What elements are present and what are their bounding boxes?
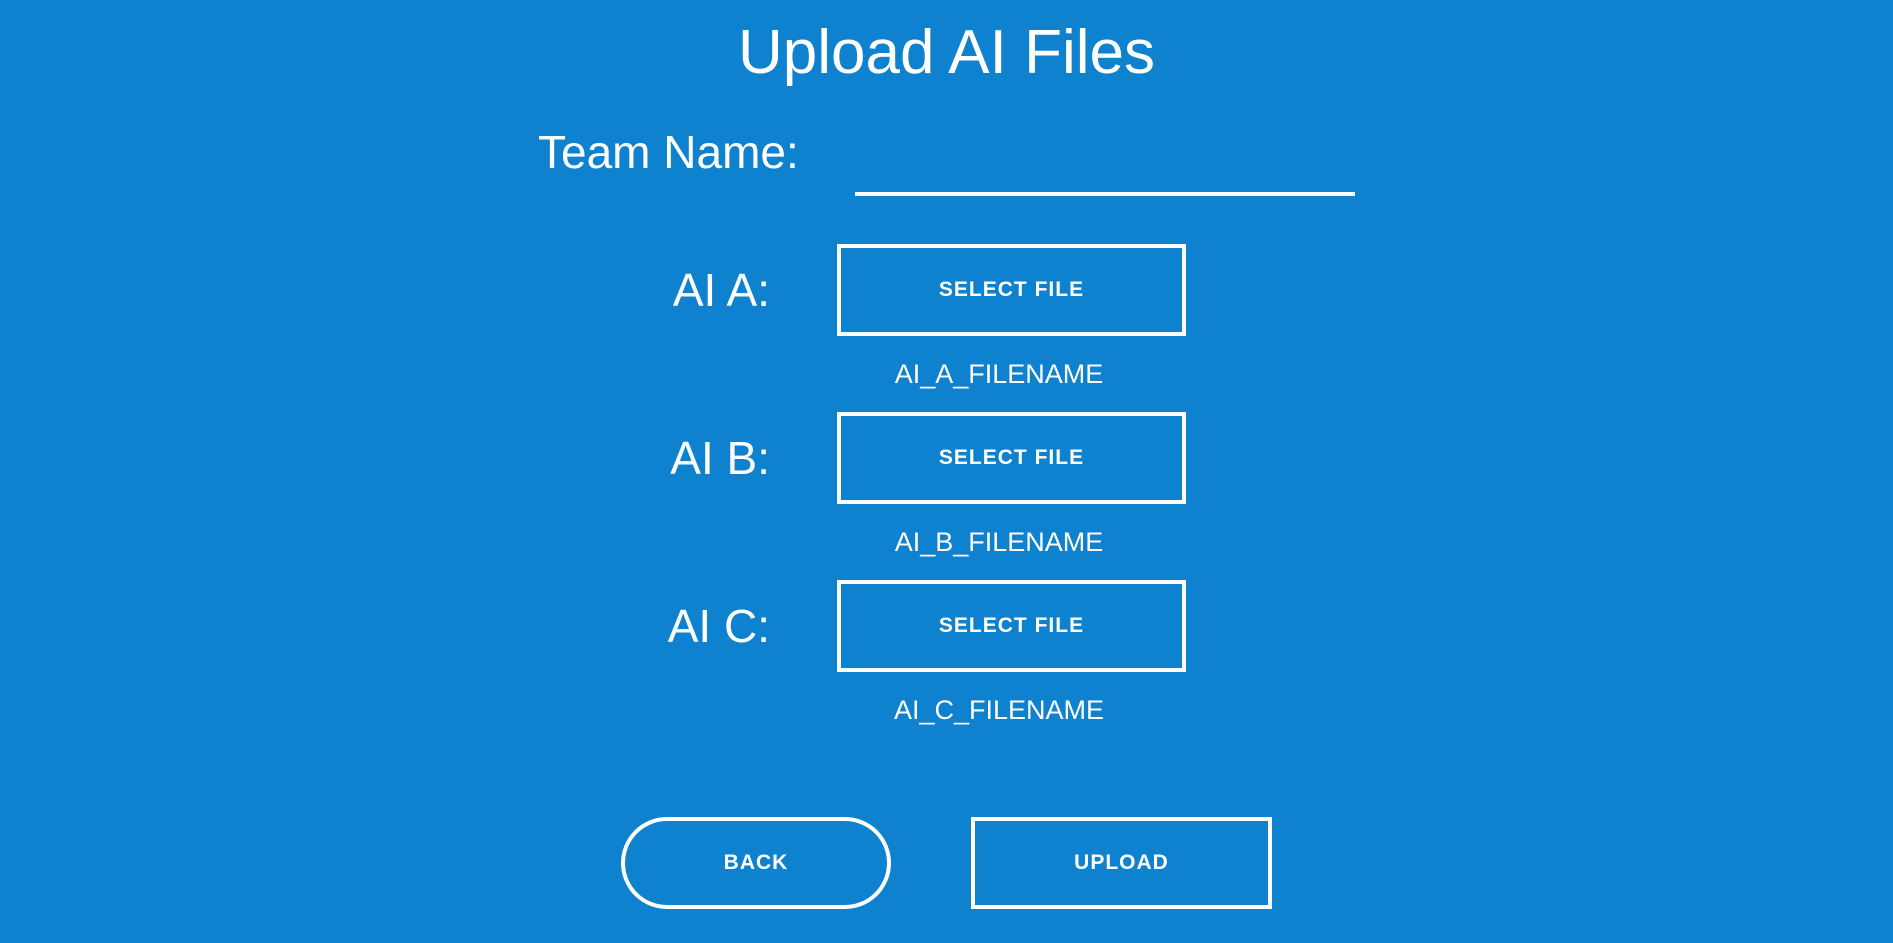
team-name-input[interactable] <box>855 140 1355 196</box>
ai-a-filename: AI_A_FILENAME <box>894 359 1104 389</box>
ai-b-select-file-button[interactable]: SELECT FILE <box>837 412 1186 504</box>
upload-button[interactable]: UPLOAD <box>971 817 1272 909</box>
ai-a-label: AI A: <box>672 264 770 316</box>
ai-a-select-file-button[interactable]: SELECT FILE <box>837 244 1186 336</box>
team-name-label: Team Name: <box>538 126 799 178</box>
ai-c-label: AI C: <box>667 600 770 652</box>
upload-screen: Upload AI Files Team Name: AI A: SELECT … <box>0 0 1893 943</box>
ai-c-select-file-button[interactable]: SELECT FILE <box>837 580 1186 672</box>
ai-b-filename: AI_B_FILENAME <box>894 527 1104 557</box>
ai-c-filename: AI_C_FILENAME <box>893 695 1105 725</box>
ai-b-label: AI B: <box>670 432 770 484</box>
page-title: Upload AI Files <box>738 18 1155 87</box>
back-button[interactable]: BACK <box>621 817 891 909</box>
